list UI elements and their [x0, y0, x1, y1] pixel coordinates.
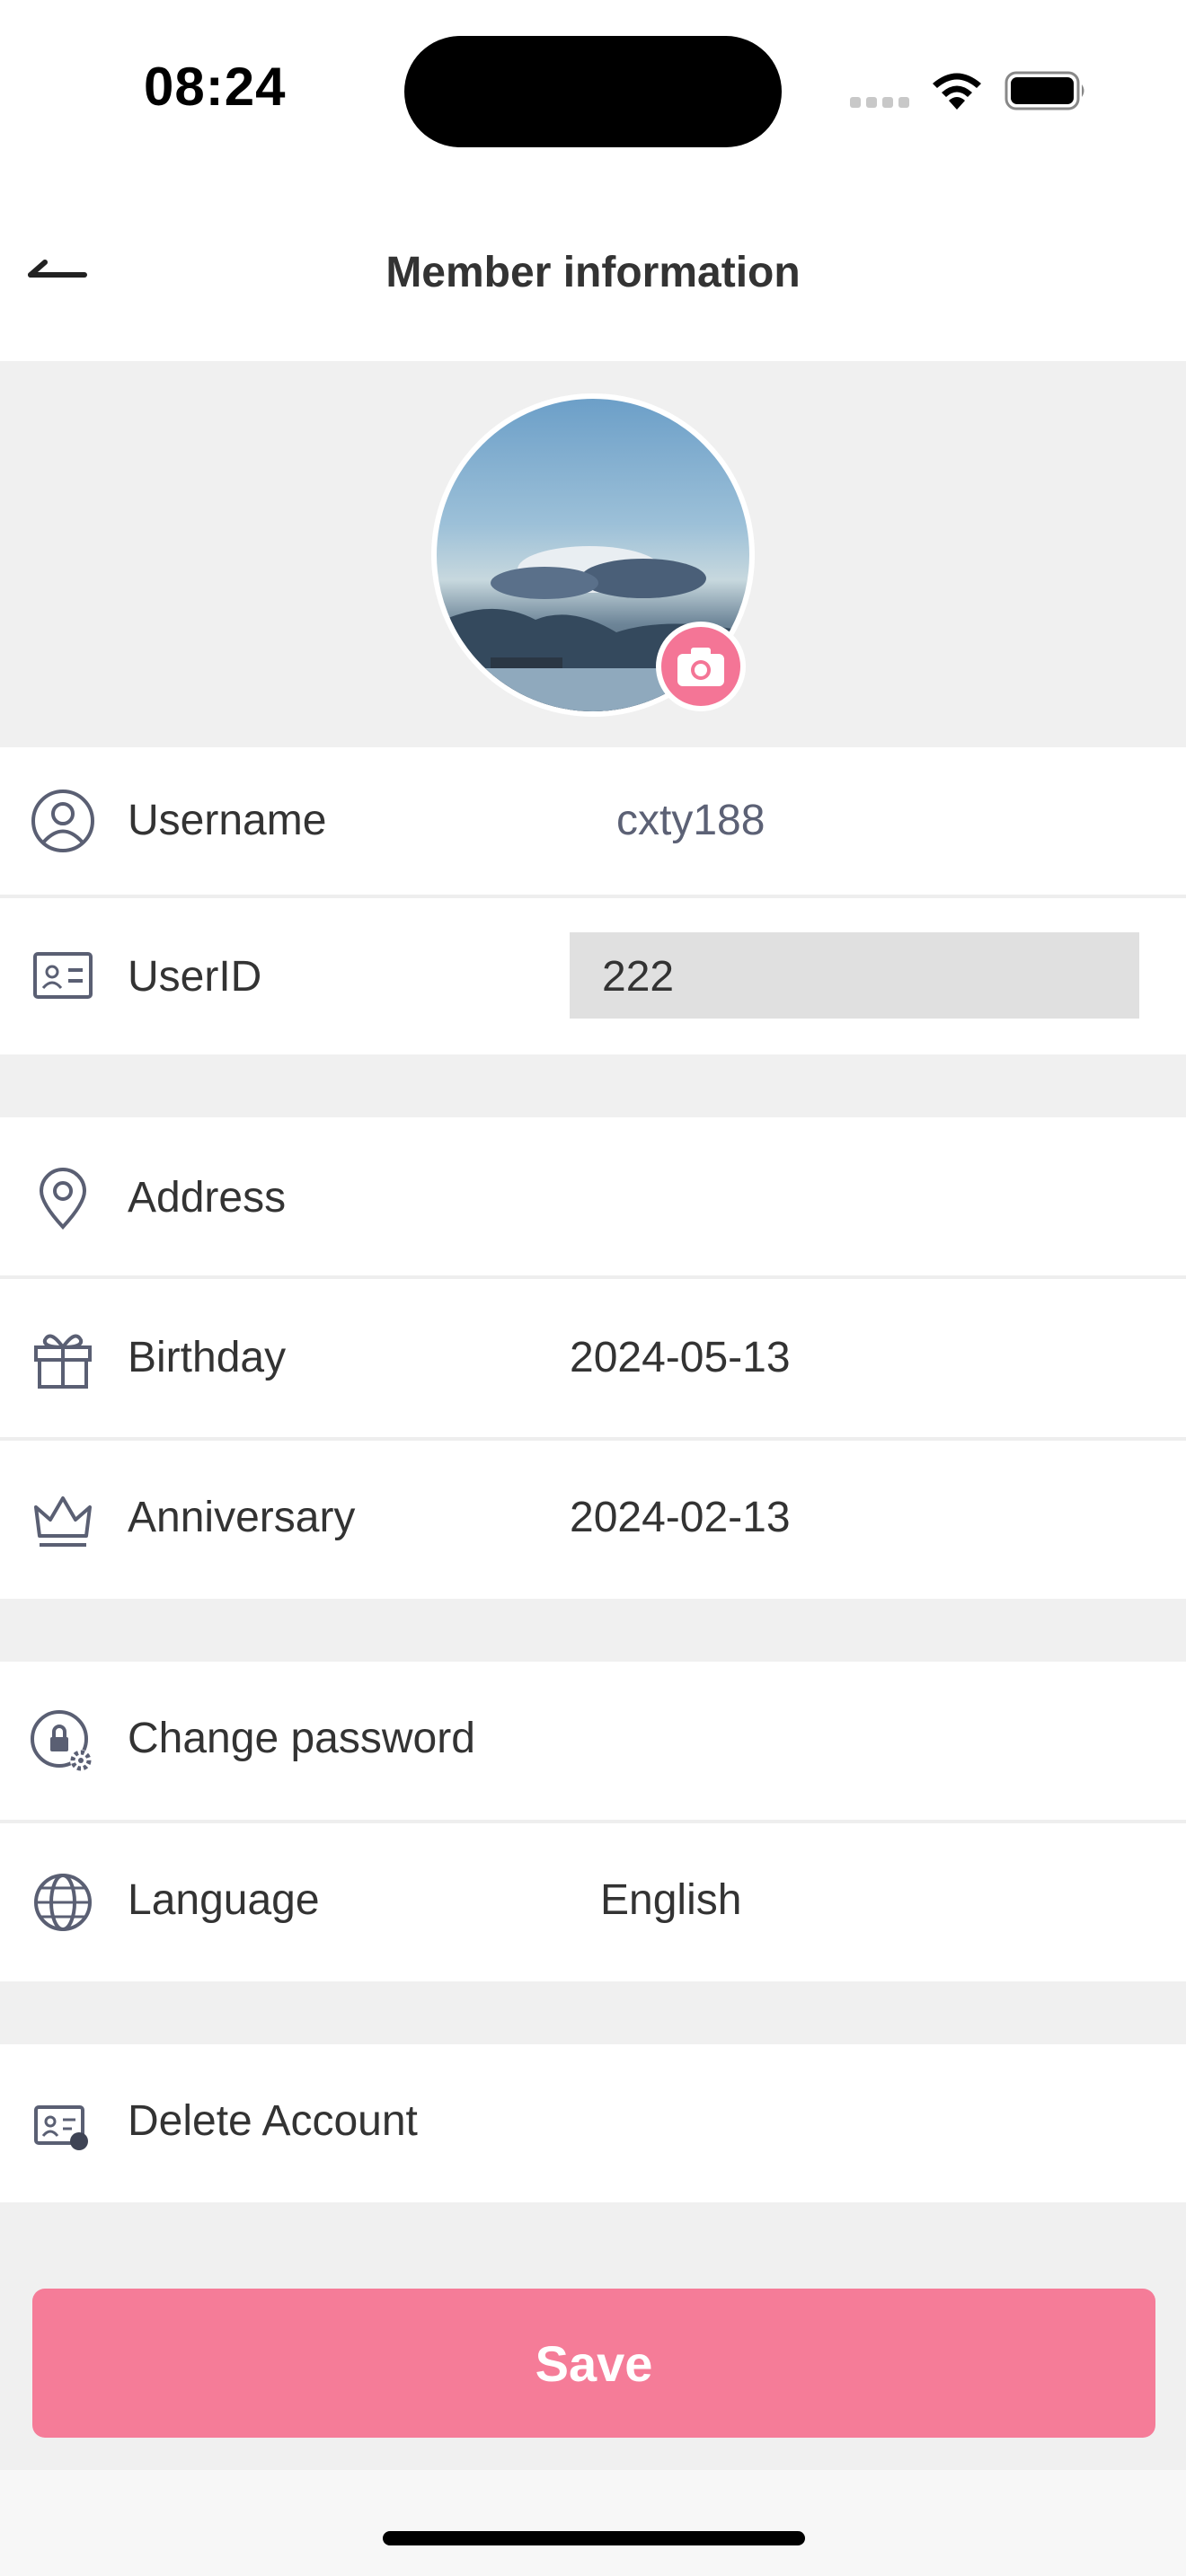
language-label: Language	[128, 1876, 320, 1924]
nav-header: Member information	[0, 180, 1186, 361]
camera-icon	[677, 648, 724, 686]
address-label: Address	[128, 1174, 287, 1222]
userid-value: 222	[602, 953, 675, 1001]
anniversary-label: Anniversary	[128, 1494, 356, 1541]
delete-account-row[interactable]: Delete Account	[0, 2044, 1186, 2202]
home-indicator[interactable]	[383, 2531, 805, 2545]
birthday-label: Birthday	[128, 1334, 287, 1381]
language-row[interactable]: Language English	[0, 1823, 1186, 1981]
status-time: 08:24	[144, 57, 287, 117]
anniversary-value[interactable]: 2024-02-13	[570, 1493, 791, 1542]
userid-label: UserID	[128, 953, 262, 1001]
change-password-label: Change password	[128, 1715, 475, 1762]
dynamic-island	[404, 36, 782, 147]
avatar-container[interactable]	[431, 393, 755, 717]
status-bar: 08:24	[0, 0, 1186, 180]
change-password-row[interactable]: Change password	[0, 1662, 1186, 1820]
page-title: Member information	[385, 249, 801, 296]
username-label: Username	[128, 797, 327, 844]
globe-icon	[34, 1874, 92, 1931]
id-card-delete-icon	[34, 2105, 88, 2150]
wifi-icon	[933, 73, 981, 110]
userid-field: 222	[570, 932, 1139, 1019]
userid-row: UserID 222	[0, 898, 1186, 1054]
birthday-value[interactable]: 2024-05-13	[570, 1333, 791, 1382]
change-photo-button[interactable]	[656, 622, 746, 711]
language-value[interactable]: English	[600, 1875, 741, 1925]
bottom-safe-area	[0, 2470, 1186, 2576]
username-row: Username cxty188	[0, 747, 1186, 895]
birthday-row[interactable]: Birthday 2024-05-13	[0, 1279, 1186, 1437]
battery-icon	[1005, 71, 1084, 110]
username-value: cxty188	[616, 797, 766, 844]
gift-icon	[34, 1334, 92, 1389]
lock-gear-icon	[31, 1710, 92, 1771]
id-card-icon	[33, 952, 93, 999]
cellular-signal-icon	[850, 97, 913, 110]
anniversary-row[interactable]: Anniversary 2024-02-13	[0, 1441, 1186, 1599]
crown-icon	[34, 1496, 92, 1547]
delete-account-label: Delete Account	[128, 2097, 418, 2145]
save-button[interactable]: Save	[32, 2289, 1155, 2438]
location-pin-icon	[39, 1168, 87, 1230]
user-circle-icon	[31, 790, 94, 852]
address-row[interactable]: Address	[0, 1117, 1186, 1275]
